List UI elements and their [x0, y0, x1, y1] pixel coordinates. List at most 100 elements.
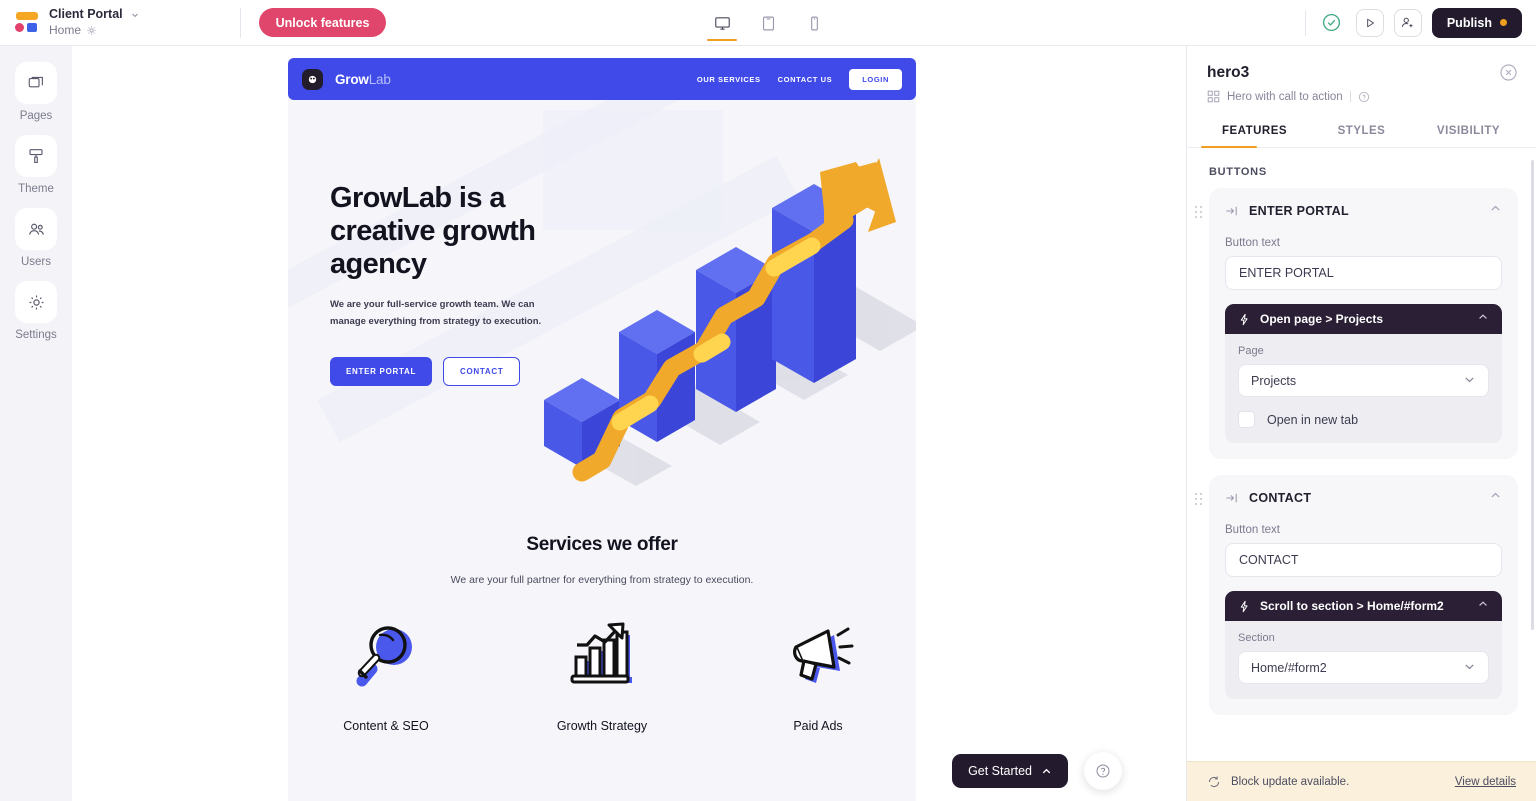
- close-icon: [1500, 64, 1517, 81]
- tab-features[interactable]: FEATURES: [1201, 125, 1308, 148]
- device-tablet-button[interactable]: [751, 10, 785, 46]
- invite-user-icon[interactable]: [1393, 8, 1422, 37]
- action-collapse-chevron-up-icon[interactable]: [1477, 310, 1489, 328]
- drag-handle[interactable]: [1195, 206, 1203, 218]
- blocks-grid-icon: [1207, 90, 1220, 103]
- open-in-new-tab-label: Open in new tab: [1267, 412, 1359, 427]
- collapse-chevron-up-icon[interactable]: [1489, 202, 1502, 220]
- drag-handle[interactable]: [1195, 493, 1203, 505]
- sidebar-item-settings[interactable]: Settings: [15, 281, 57, 341]
- panel-subtitle-divider: [1349, 91, 1351, 102]
- tab-styles[interactable]: STYLES: [1308, 125, 1415, 147]
- tab-visibility[interactable]: VISIBILITY: [1415, 125, 1522, 147]
- device-desktop-button[interactable]: [705, 10, 739, 46]
- users-icon: [28, 223, 44, 235]
- action-title: Open page > Projects: [1260, 312, 1384, 326]
- action-card-body: Section Home/#form2: [1225, 621, 1502, 699]
- action-collapse-chevron-up-icon[interactable]: [1477, 597, 1489, 615]
- device-preview-toggle: [705, 0, 831, 46]
- button-text-input[interactable]: [1225, 256, 1502, 290]
- open-in-new-tab-row[interactable]: Open in new tab: [1238, 411, 1489, 428]
- button-card-title: ENTER PORTAL: [1249, 204, 1349, 218]
- gear-icon: [29, 295, 43, 309]
- topbar-actions-divider: [1304, 9, 1306, 36]
- hero-contact-button[interactable]: CONTACT: [443, 356, 521, 386]
- help-button[interactable]: [1084, 752, 1122, 790]
- site-preview: GrowLab OUR SERVICES CONTACT US LOGIN Gr…: [288, 58, 916, 801]
- publish-button[interactable]: Publish: [1431, 7, 1522, 38]
- button-text-input[interactable]: [1225, 543, 1502, 577]
- site-logo-icon: [302, 68, 323, 90]
- get-started-button[interactable]: Get Started: [952, 754, 1068, 788]
- button-text-label: Button text: [1225, 524, 1280, 536]
- device-mobile-button[interactable]: [797, 10, 831, 46]
- site-nav-link-contact[interactable]: CONTACT US: [778, 75, 833, 84]
- open-in-new-tab-checkbox[interactable]: [1238, 411, 1255, 428]
- info-help-icon[interactable]: [1358, 91, 1370, 103]
- section-select[interactable]: Home/#form2: [1238, 651, 1489, 684]
- chevron-down-icon[interactable]: [130, 10, 140, 20]
- page-settings-gear-icon[interactable]: [86, 25, 97, 36]
- action-title: Scroll to section > Home/#form2: [1260, 599, 1444, 613]
- left-sidebar: Pages Theme Users Settings: [0, 46, 72, 801]
- publish-label: Publish: [1446, 15, 1492, 30]
- close-panel-button[interactable]: [1499, 63, 1518, 82]
- get-started-label: Get Started: [968, 764, 1032, 778]
- section-select-label: Section: [1238, 632, 1275, 644]
- panel-body: BUTTONS ENTER PORTAL Button text Open p: [1187, 148, 1536, 761]
- bar-chart-growth-icon: [570, 622, 632, 684]
- app-logo-icon: [14, 10, 40, 34]
- check-circle-icon[interactable]: [1318, 9, 1346, 37]
- arrow-to-bar-icon: [1226, 206, 1237, 216]
- sidebar-item-theme[interactable]: Theme: [15, 135, 57, 195]
- contact-section-heading: Contact us: [288, 767, 916, 801]
- preview-play-icon[interactable]: [1355, 8, 1384, 37]
- panel-subtitle: Hero with call to action: [1227, 90, 1343, 103]
- question-mark-icon: [1096, 764, 1110, 778]
- topbar-divider: [239, 7, 241, 38]
- action-card-header[interactable]: Open page > Projects: [1225, 304, 1502, 334]
- chevron-down-icon: [1463, 660, 1476, 676]
- panel-title: hero3: [1207, 64, 1250, 81]
- button-config-card-enter-portal: ENTER PORTAL Button text Open page > Pro…: [1195, 188, 1518, 459]
- hero-paragraph: We are your full-service growth team. We…: [330, 299, 542, 327]
- lightning-bolt-icon: [1240, 600, 1248, 612]
- button-card-title: CONTACT: [1249, 491, 1312, 505]
- services-title: Services we offer: [526, 534, 678, 555]
- paint-roller-icon: [29, 149, 43, 163]
- site-navbar: GrowLab OUR SERVICES CONTACT US LOGIN: [288, 58, 916, 100]
- magnifier-icon: [356, 626, 412, 687]
- unlock-features-button[interactable]: Unlock features: [258, 8, 387, 37]
- current-page-name: Home: [49, 22, 82, 37]
- panel-tabs: FEATURES STYLES VISIBILITY: [1187, 125, 1536, 148]
- sidebar-label-pages: Pages: [19, 110, 53, 122]
- chevron-down-icon: [1463, 373, 1476, 389]
- publish-status-dot: [1500, 19, 1507, 26]
- pages-icon: [28, 76, 43, 88]
- section-select-value: Home/#form2: [1251, 660, 1327, 675]
- view-details-link[interactable]: View details: [1455, 776, 1516, 788]
- site-nav-link-services[interactable]: OUR SERVICES: [697, 75, 761, 84]
- site-login-button[interactable]: LOGIN: [849, 68, 902, 90]
- megaphone-icon: [793, 627, 854, 683]
- action-card-header[interactable]: Scroll to section > Home/#form2: [1225, 591, 1502, 621]
- hero-copy: GrowLab is a creative growth agency We a…: [330, 182, 580, 386]
- service-card: Content & SEO: [326, 616, 446, 733]
- app-root: Client Portal Home Unlock features Publi…: [0, 0, 1536, 801]
- collapse-chevron-up-icon[interactable]: [1489, 489, 1502, 507]
- hero-enter-portal-button[interactable]: ENTER PORTAL: [330, 356, 433, 386]
- brand-block[interactable]: Client Portal Home: [0, 7, 140, 37]
- sidebar-item-users[interactable]: Users: [15, 208, 57, 268]
- arrow-to-bar-icon: [1226, 493, 1237, 503]
- service-label: Content & SEO: [343, 719, 429, 733]
- site-logo-text: GrowLab: [335, 72, 391, 87]
- sidebar-label-theme: Theme: [18, 183, 54, 195]
- page-select-value: Projects: [1251, 373, 1297, 388]
- page-select[interactable]: Projects: [1238, 364, 1489, 397]
- sidebar-item-pages[interactable]: Pages: [15, 62, 57, 122]
- chevron-up-icon: [1042, 768, 1051, 773]
- canvas-area: GrowLab OUR SERVICES CONTACT US LOGIN Gr…: [72, 46, 1186, 801]
- panel-header: hero3 Hero with call to action: [1187, 46, 1536, 103]
- panel-scrollbar[interactable]: [1531, 160, 1534, 630]
- services-section: Services we offer We are your full partn…: [288, 490, 916, 767]
